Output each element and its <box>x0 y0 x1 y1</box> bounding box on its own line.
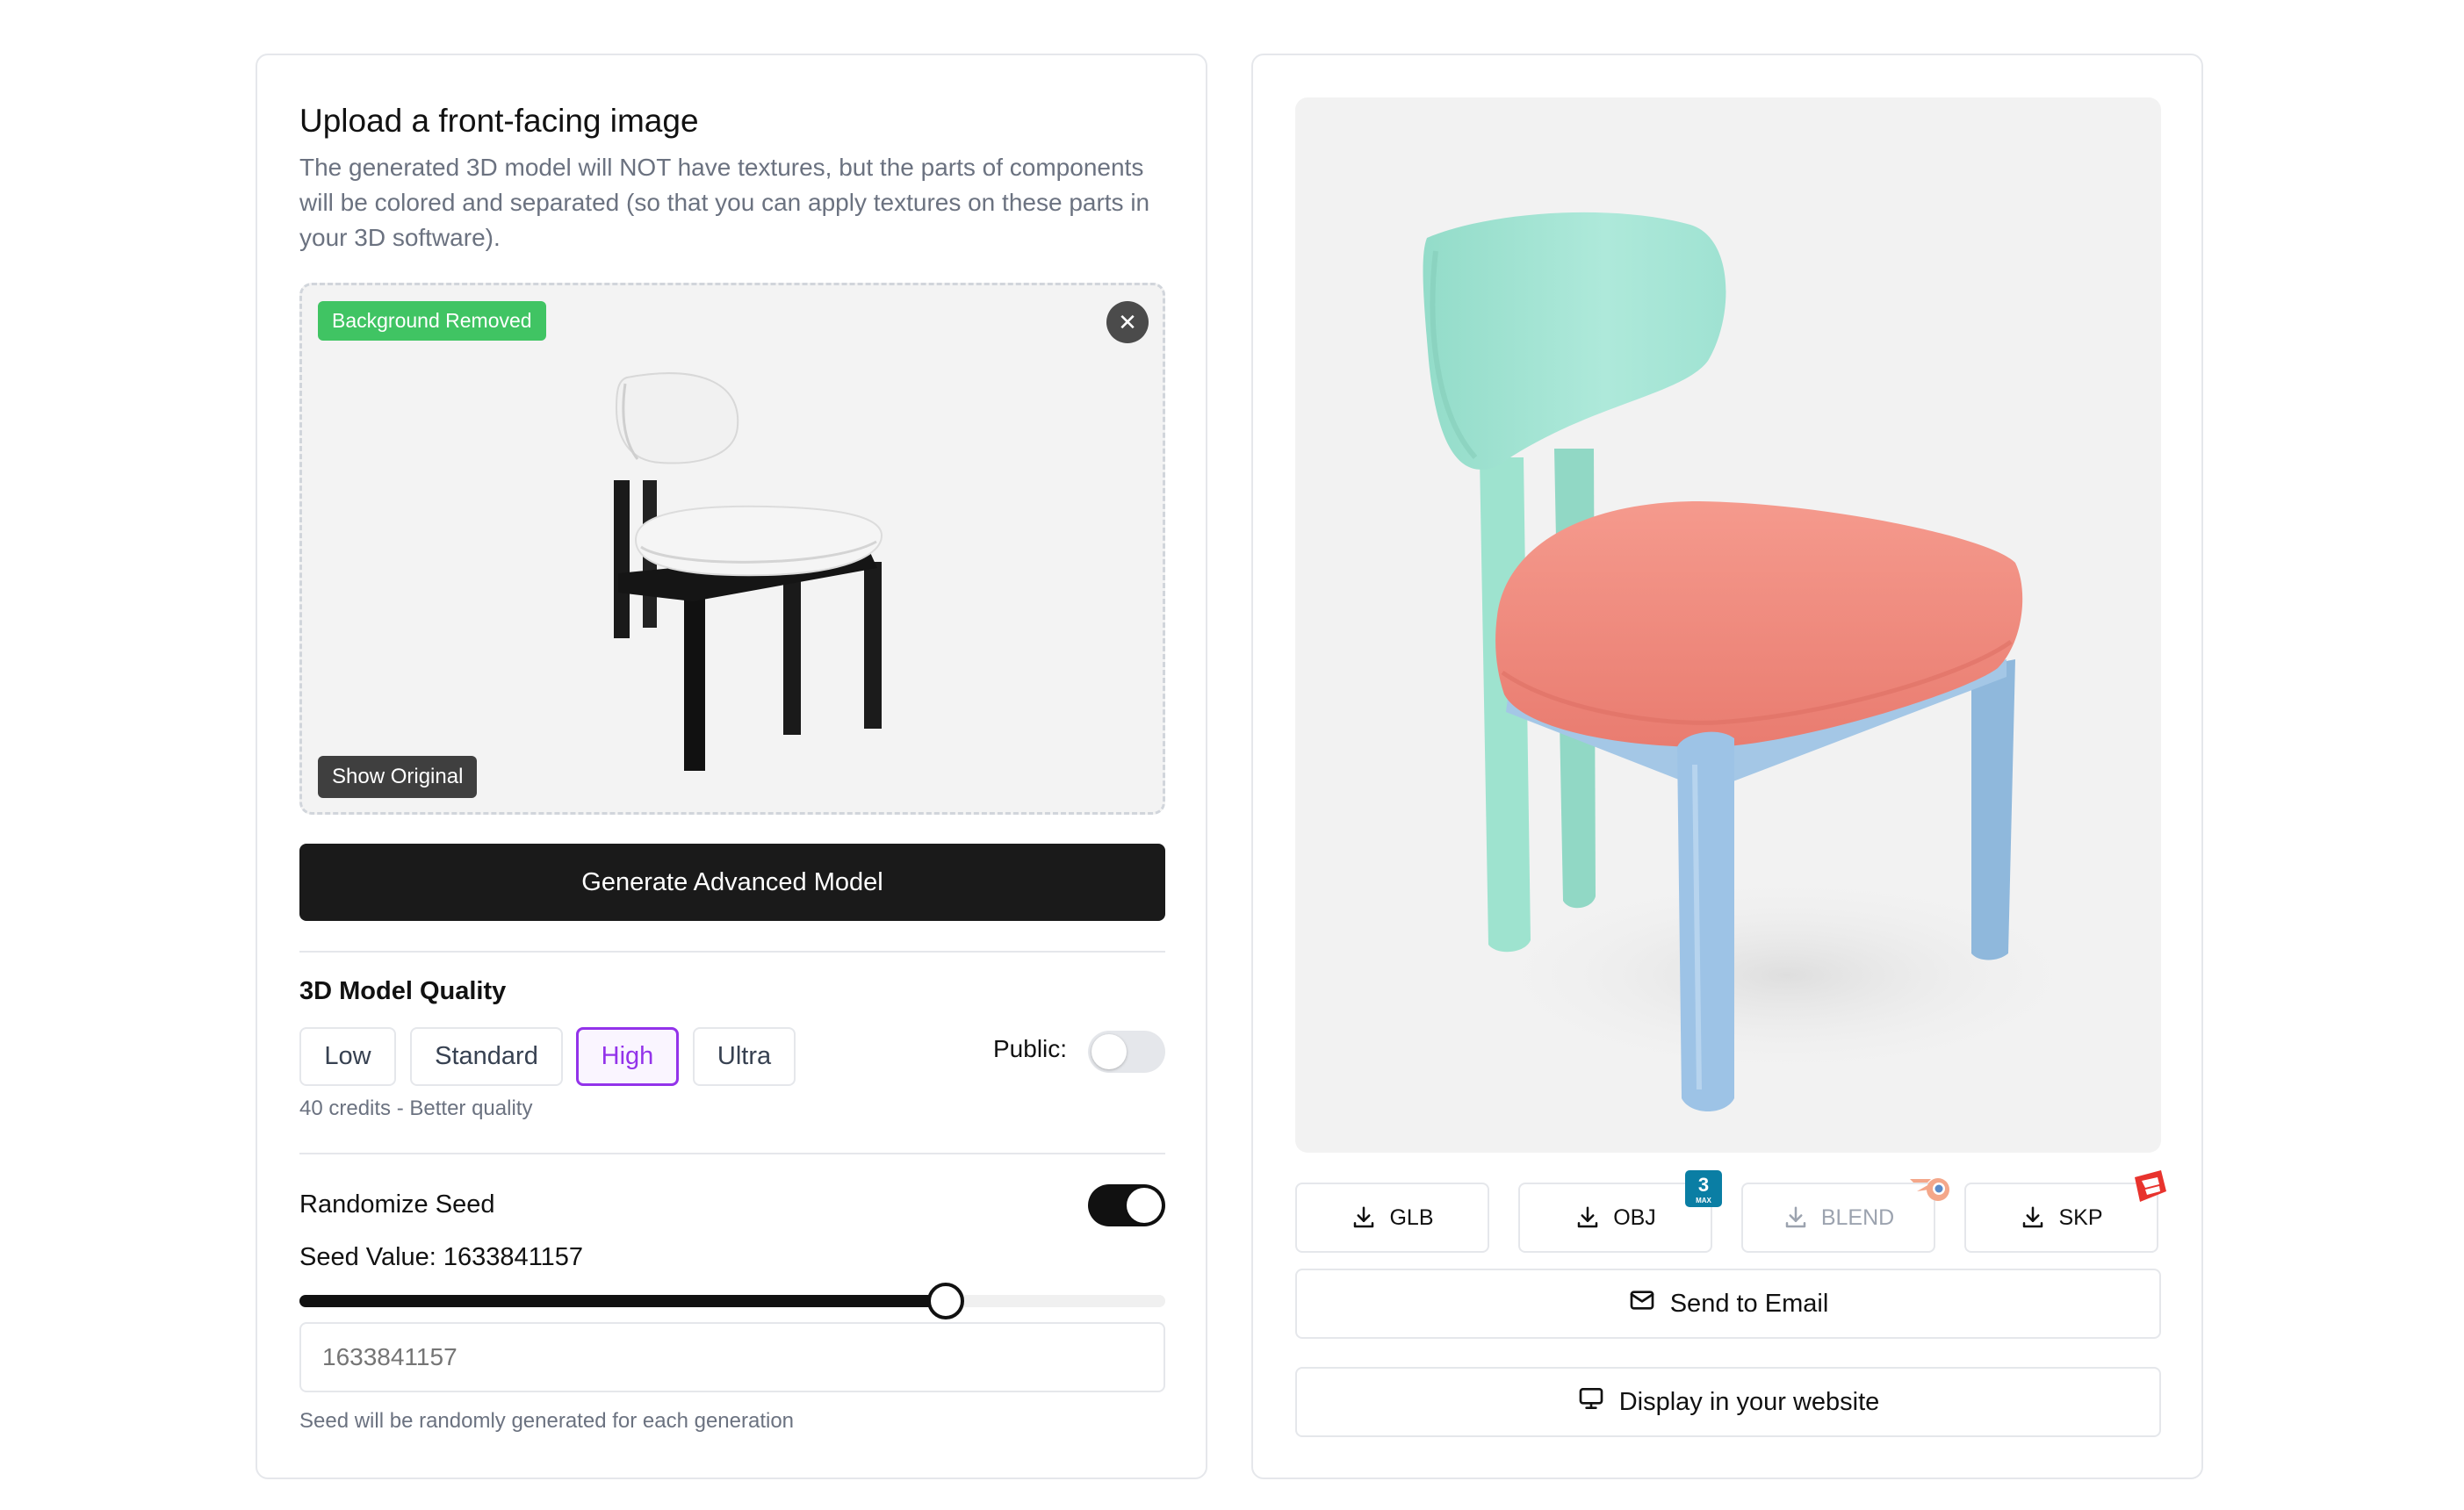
download-blend-button[interactable]: BLEND <box>1741 1183 1935 1253</box>
public-label: Public: <box>993 1035 1068 1062</box>
quality-option-ultra[interactable]: Ultra <box>693 1027 796 1086</box>
display-in-website-label: Display in your website <box>1618 1387 1880 1416</box>
toggle-knob <box>1127 1188 1162 1223</box>
image-upload-area[interactable]: Background Removed ✕ Show Original <box>299 283 1165 815</box>
svg-text:MAX: MAX <box>1696 1197 1711 1204</box>
download-glb-label: GLB <box>1389 1204 1434 1230</box>
download-blend-label: BLEND <box>1820 1204 1895 1230</box>
seed-slider[interactable] <box>299 1283 1165 1319</box>
quality-option-standard[interactable]: Standard <box>410 1027 563 1086</box>
seed-slider-fill <box>299 1295 946 1307</box>
upload-panel: Upload a front-facing image The generate… <box>256 54 1207 1479</box>
seed-value-label: Seed Value: 1633841157 <box>299 1243 584 1271</box>
download-skp-button[interactable]: SKP <box>1964 1183 2158 1253</box>
seed-input[interactable] <box>299 1322 1165 1392</box>
model-panel: GLB OBJ 3 MAX BLEND SKP Send to Email Di… <box>1251 54 2203 1479</box>
randomize-seed-label: Randomize Seed <box>299 1190 495 1219</box>
public-toggle[interactable] <box>1088 1031 1165 1073</box>
upload-title: Upload a front-facing image <box>299 103 699 139</box>
show-original-button[interactable]: Show Original <box>318 756 478 798</box>
download-icon <box>1574 1204 1601 1231</box>
seed-hint: Seed will be randomly generated for each… <box>299 1409 795 1433</box>
download-obj-button[interactable]: OBJ <box>1518 1183 1712 1253</box>
toggle-knob <box>1092 1034 1127 1069</box>
3ds-max-icon: 3 MAX <box>1685 1170 1722 1207</box>
quality-hint: 40 credits - Better quality <box>299 1097 533 1120</box>
download-icon <box>1783 1204 1809 1231</box>
blender-icon <box>1910 1178 1949 1201</box>
mail-icon <box>1628 1286 1656 1321</box>
monitor-icon <box>1577 1384 1605 1420</box>
seed-slider-thumb[interactable] <box>926 1283 964 1319</box>
quality-option-high[interactable]: High <box>576 1027 679 1086</box>
download-icon <box>2020 1204 2046 1231</box>
sketchup-icon <box>2135 1170 2166 1202</box>
remove-image-button[interactable]: ✕ <box>1106 301 1149 343</box>
3d-model-viewer[interactable] <box>1295 97 2161 1153</box>
download-glb-button[interactable]: GLB <box>1295 1183 1489 1253</box>
divider <box>299 1153 1165 1154</box>
generated-chair-model <box>1423 212 2103 1111</box>
download-skp-label: SKP <box>2058 1204 2103 1230</box>
quality-option-low[interactable]: Low <box>299 1027 396 1086</box>
randomize-seed-toggle[interactable] <box>1088 1184 1165 1226</box>
divider <box>299 951 1165 953</box>
download-icon <box>1351 1204 1377 1231</box>
background-removed-badge: Background Removed <box>318 301 546 341</box>
display-in-website-button[interactable]: Display in your website <box>1295 1367 2161 1437</box>
quality-label: 3D Model Quality <box>299 977 507 1005</box>
svg-text:3: 3 <box>1698 1174 1709 1196</box>
upload-description: The generated 3D model will NOT have tex… <box>299 154 1150 251</box>
generate-advanced-model-button[interactable]: Generate Advanced Model <box>299 844 1165 921</box>
download-obj-label: OBJ <box>1613 1204 1656 1230</box>
uploaded-chair-image <box>614 372 883 771</box>
send-to-email-button[interactable]: Send to Email <box>1295 1269 2161 1339</box>
close-icon: ✕ <box>1118 308 1137 335</box>
send-to-email-label: Send to Email <box>1669 1289 1829 1318</box>
